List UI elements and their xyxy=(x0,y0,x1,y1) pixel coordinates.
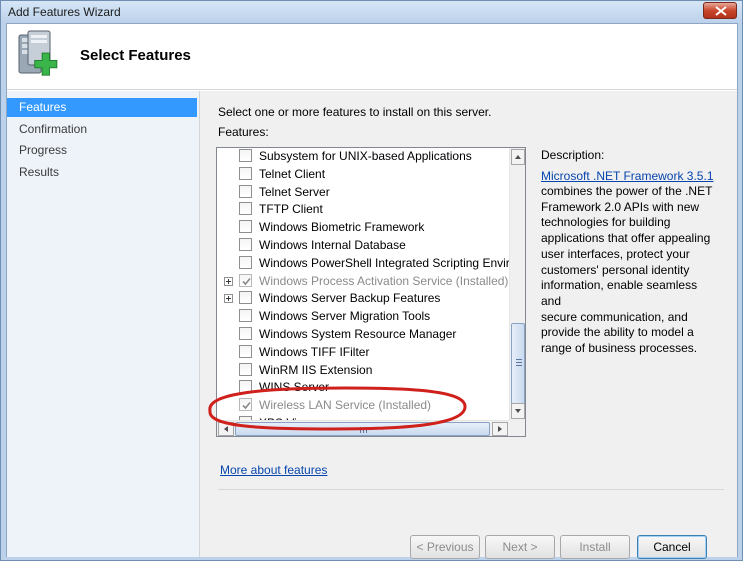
feature-row[interactable]: Windows Process Activation Service (Inst… xyxy=(217,272,509,290)
install-button[interactable]: Install xyxy=(560,535,630,559)
feature-row[interactable]: Windows Internal Database xyxy=(217,236,509,254)
feature-label: TFTP Client xyxy=(259,202,323,217)
scroll-up-button[interactable] xyxy=(511,149,525,165)
description-text: combines the power of the .NET Framework… xyxy=(541,184,713,356)
feature-checkbox xyxy=(239,273,252,287)
wizard-content: Select one or more features to install o… xyxy=(199,91,737,559)
close-icon xyxy=(715,6,727,16)
expand-toggle-icon[interactable] xyxy=(224,276,233,286)
feature-checkbox[interactable] xyxy=(239,362,252,376)
scroll-right-button[interactable] xyxy=(492,422,508,436)
feature-label: Telnet Server xyxy=(259,184,330,199)
nav-item-features[interactable]: Features xyxy=(7,98,197,117)
feature-row[interactable]: Windows Server Backup Features xyxy=(217,289,509,307)
nav-item-confirmation[interactable]: Confirmation xyxy=(7,120,197,139)
intro-text: Select one or more features to install o… xyxy=(218,105,492,119)
feature-checkbox[interactable] xyxy=(239,380,252,394)
scroll-down-button[interactable] xyxy=(511,403,525,419)
chevron-right-icon xyxy=(498,426,502,432)
feature-row[interactable]: Wireless LAN Service (Installed) xyxy=(217,396,509,414)
feature-label: WinRM IIS Extension xyxy=(259,362,373,377)
description-feature-link[interactable]: Microsoft .NET Framework 3.5.1 xyxy=(541,169,714,183)
feature-row[interactable]: Subsystem for UNIX-based Applications xyxy=(217,148,509,165)
chevron-up-icon xyxy=(515,155,521,159)
wizard-window: Add Features Wizard Select Features Feat… xyxy=(0,0,743,561)
feature-checkbox[interactable] xyxy=(239,184,252,198)
feature-checkbox[interactable] xyxy=(239,344,252,358)
feature-label: Windows System Resource Manager xyxy=(259,327,457,341)
feature-row[interactable]: Windows System Resource Manager xyxy=(217,325,509,343)
expand-toggle-icon[interactable] xyxy=(224,294,233,304)
horizontal-scroll-thumb[interactable] xyxy=(235,422,490,436)
chevron-left-icon xyxy=(224,426,228,432)
feature-label: WINS Server xyxy=(259,380,330,395)
features-tree[interactable]: Subsystem for UNIX-based Applications Tel… xyxy=(216,147,526,437)
vertical-scroll-thumb[interactable] xyxy=(511,323,525,404)
feature-row[interactable]: Windows Biometric Framework xyxy=(217,218,509,236)
feature-label: Windows Server Backup Features xyxy=(259,291,441,306)
page-title: Select Features xyxy=(80,47,191,64)
feature-checkbox[interactable] xyxy=(239,255,252,269)
more-about-features-link[interactable]: More about features xyxy=(220,463,327,477)
feature-label: Subsystem for UNIX-based Applications xyxy=(259,149,472,163)
feature-row[interactable]: TFTP Client xyxy=(217,200,509,218)
feature-checkbox[interactable] xyxy=(239,309,252,323)
window-title: Add Features Wizard xyxy=(8,5,121,19)
close-button[interactable] xyxy=(703,2,737,19)
feature-checkbox[interactable] xyxy=(239,291,252,305)
scroll-corner xyxy=(509,420,525,436)
feature-row[interactable]: Windows Server Migration Tools xyxy=(217,307,509,325)
feature-row[interactable]: Telnet Server xyxy=(217,183,509,201)
features-label: Features: xyxy=(218,125,269,139)
feature-label: Windows TIFF IFilter xyxy=(259,344,370,359)
feature-checkbox xyxy=(239,398,252,412)
scroll-left-button[interactable] xyxy=(218,422,234,436)
feature-label: Windows Server Migration Tools xyxy=(259,309,431,324)
wizard-client-area: Select Features Features Confirmation Pr… xyxy=(6,23,738,559)
feature-label: Telnet Client xyxy=(259,166,326,181)
feature-checkbox[interactable] xyxy=(239,238,252,251)
feature-row[interactable]: Telnet Client xyxy=(217,165,509,183)
description-label: Description: xyxy=(541,148,605,162)
feature-row[interactable]: Windows PowerShell Integrated Scripting … xyxy=(217,254,509,272)
feature-label: Windows Process Activation Service (Inst… xyxy=(259,273,509,288)
wizard-step-nav: Features Confirmation Progress Results xyxy=(7,91,199,557)
title-bar[interactable]: Add Features Wizard xyxy=(1,1,742,23)
feature-label: Windows Internal Database xyxy=(259,238,406,252)
feature-row[interactable]: WINS Server xyxy=(217,378,509,396)
feature-checkbox[interactable] xyxy=(239,166,252,180)
nav-item-progress[interactable]: Progress xyxy=(7,141,197,160)
feature-checkbox[interactable] xyxy=(239,149,252,162)
nav-item-results[interactable]: Results xyxy=(7,163,197,182)
feature-checkbox[interactable] xyxy=(239,202,252,216)
feature-checkbox[interactable] xyxy=(239,220,252,234)
server-add-feature-icon xyxy=(18,30,58,76)
feature-checkbox[interactable] xyxy=(239,327,252,340)
cancel-button[interactable]: Cancel xyxy=(637,535,707,559)
horizontal-scrollbar[interactable] xyxy=(217,420,509,436)
feature-row[interactable]: WinRM IIS Extension xyxy=(217,361,509,379)
feature-label: Wireless LAN Service (Installed) xyxy=(259,398,432,413)
separator xyxy=(218,489,724,490)
previous-button[interactable]: < Previous xyxy=(410,535,480,559)
feature-label: Windows PowerShell Integrated Scripting … xyxy=(259,255,509,270)
feature-label: Windows Biometric Framework xyxy=(259,220,425,235)
chevron-down-icon xyxy=(515,409,521,413)
feature-row[interactable]: Windows TIFF IFilter xyxy=(217,343,509,361)
vertical-scrollbar[interactable] xyxy=(509,148,525,420)
wizard-header: Select Features xyxy=(7,24,737,90)
features-rows: Subsystem for UNIX-based Applications Tel… xyxy=(217,148,509,420)
next-button[interactable]: Next > xyxy=(485,535,555,559)
